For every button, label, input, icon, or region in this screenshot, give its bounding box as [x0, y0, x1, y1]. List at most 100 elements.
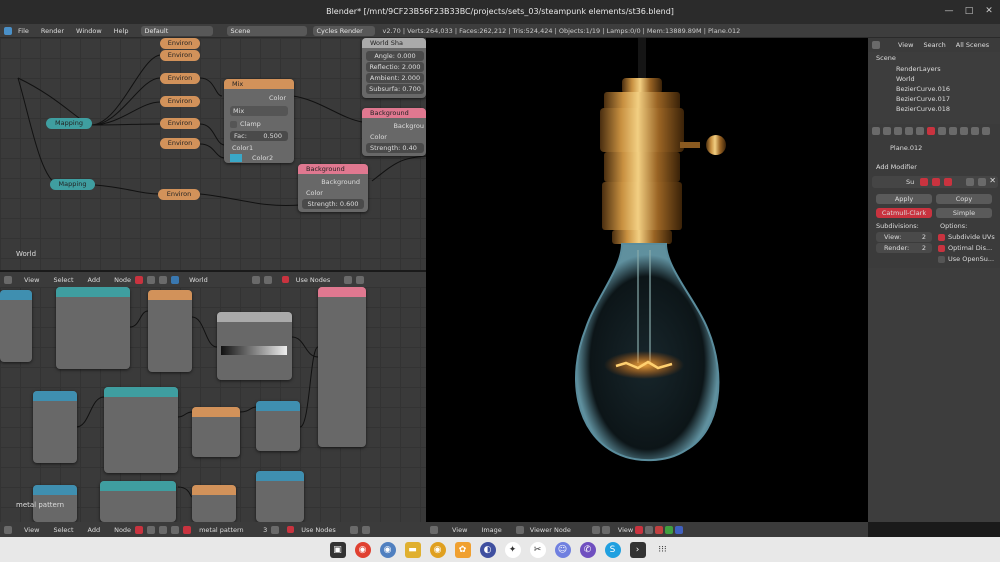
- environment-node-3[interactable]: Environ: [160, 73, 200, 84]
- menu-add[interactable]: Add: [88, 276, 101, 284]
- environment-node-7[interactable]: Environ: [158, 189, 200, 200]
- colorramp-gradient[interactable]: [221, 346, 287, 355]
- render-viewport[interactable]: [426, 38, 868, 522]
- constraints-tab-icon[interactable]: [916, 127, 924, 135]
- discord-icon[interactable]: ☺: [554, 541, 571, 558]
- subdivide-uvs-checkbox[interactable]: [938, 233, 945, 241]
- pin-icon[interactable]: [349, 525, 358, 534]
- material-selector[interactable]: metal pattern: [199, 526, 253, 534]
- mapping-node-2[interactable]: Mapping: [50, 179, 95, 190]
- channel-alpha-icon[interactable]: [645, 525, 654, 534]
- catmull-clark-button[interactable]: Catmull-Clark: [876, 208, 932, 218]
- world-angle-field[interactable]: Angle: 0.000: [366, 51, 424, 61]
- menu-add[interactable]: Add: [88, 526, 101, 534]
- menu-select[interactable]: Select: [53, 526, 73, 534]
- material-icon[interactable]: [183, 525, 192, 534]
- mapping-node-1[interactable]: Mapping: [46, 118, 92, 129]
- material-node-2[interactable]: [56, 287, 130, 369]
- maximize-icon[interactable]: □: [964, 6, 974, 16]
- clamp-checkbox[interactable]: [230, 120, 237, 128]
- modifier-view-icon[interactable]: [932, 178, 940, 186]
- fac-field[interactable]: Fac: 0.500: [230, 131, 288, 141]
- colorramp-node[interactable]: [217, 312, 292, 380]
- material-tab-icon[interactable]: [949, 127, 957, 135]
- background-2-strength[interactable]: Strength: 0.600: [302, 199, 364, 209]
- blender-icon[interactable]: ◐: [479, 541, 496, 558]
- render-tab-icon[interactable]: [872, 127, 880, 135]
- scissors-icon[interactable]: ✂: [529, 541, 546, 558]
- material-node-1[interactable]: [0, 290, 32, 362]
- editor-type-icon[interactable]: [4, 275, 12, 284]
- channel-rgb-icon[interactable]: [635, 525, 644, 534]
- editor-type-icon[interactable]: [4, 26, 12, 35]
- world-icon[interactable]: [171, 275, 180, 284]
- shader-icon[interactable]: [135, 525, 144, 534]
- material-node-9[interactable]: [100, 481, 176, 522]
- world-output-node[interactable]: World Sha Angle: 0.000 Reflectio: 2.000 …: [362, 38, 426, 98]
- mix-node[interactable]: Mix Color Mix Clamp Fac: 0.500 Color1 Col…: [224, 79, 294, 163]
- menu-view[interactable]: View: [898, 41, 913, 49]
- view-levels-field[interactable]: View: 2: [876, 232, 932, 242]
- channel-green-icon[interactable]: [665, 525, 674, 534]
- menu-file[interactable]: File: [12, 27, 35, 35]
- physics-tab-icon[interactable]: [982, 127, 990, 135]
- use-opensubdiv-checkbox[interactable]: [938, 255, 945, 263]
- texture-icon[interactable]: [147, 525, 156, 534]
- menu-view[interactable]: View: [24, 276, 39, 284]
- outliner-item-beziercurve-018[interactable]: BezierCurve.018: [896, 104, 950, 114]
- particles-tab-icon[interactable]: [971, 127, 979, 135]
- channel-blue-icon[interactable]: [675, 525, 684, 534]
- use-nodes-checkbox[interactable]: [281, 276, 289, 283]
- mix-mode-select[interactable]: Mix: [230, 106, 288, 116]
- menu-search[interactable]: Search: [923, 41, 945, 49]
- fake-user-icon[interactable]: [251, 275, 260, 284]
- chrome-icon[interactable]: ◉: [354, 541, 371, 558]
- unlink-icon[interactable]: [263, 275, 272, 284]
- terminal-icon[interactable]: ▣: [329, 541, 346, 558]
- menu-node[interactable]: Node: [114, 526, 131, 534]
- add-modifier-dropdown[interactable]: Add Modifier: [876, 162, 917, 172]
- channel-red-icon[interactable]: [655, 525, 664, 534]
- material-node-3[interactable]: [148, 290, 192, 372]
- modifier-edit-icon[interactable]: [944, 178, 952, 186]
- material-node-5[interactable]: [104, 387, 178, 473]
- world-subsurface-field[interactable]: Subsurfa: 0.700: [366, 84, 424, 94]
- display-mode-selector[interactable]: All Scenes: [956, 41, 989, 49]
- material-node-11[interactable]: [256, 471, 304, 522]
- modifier-name-field[interactable]: Su: [906, 177, 914, 187]
- menu-render[interactable]: Render: [35, 27, 70, 35]
- scene-tab-icon[interactable]: [883, 127, 891, 135]
- material-node-editor[interactable]: metal pattern: [0, 287, 426, 522]
- world-reflection-field[interactable]: Reflectio: 2.000: [366, 62, 424, 72]
- fake-user-icon[interactable]: [271, 525, 280, 534]
- display-mode-icon[interactable]: [601, 525, 610, 534]
- outliner-item-renderlayers[interactable]: RenderLayers: [896, 64, 941, 74]
- background-node-2[interactable]: Background Background Color Strength: 0.…: [298, 164, 368, 212]
- outliner-item-world[interactable]: World: [896, 74, 915, 84]
- world-tab-icon[interactable]: [894, 127, 902, 135]
- optimal-display-checkbox[interactable]: [938, 244, 945, 252]
- menu-help[interactable]: Help: [108, 27, 135, 35]
- background-1-strength[interactable]: Strength: 0.40: [366, 143, 424, 153]
- material-node-10[interactable]: [192, 485, 236, 522]
- close-icon[interactable]: ✕: [984, 6, 994, 16]
- chrome-canary-icon[interactable]: ◉: [429, 541, 446, 558]
- object-tab-icon[interactable]: [905, 127, 913, 135]
- shell-icon[interactable]: ›: [629, 541, 646, 558]
- viewer-node-selector[interactable]: Viewer Node: [530, 526, 590, 534]
- outliner-type-icon[interactable]: [872, 41, 880, 49]
- outliner[interactable]: Scene RenderLayers World BezierCurve.016…: [868, 52, 1000, 130]
- texture-tab-icon[interactable]: [960, 127, 968, 135]
- outliner-item-beziercurve-016[interactable]: BezierCurve.016: [896, 84, 950, 94]
- compositor-icon[interactable]: [159, 525, 168, 534]
- skype-icon[interactable]: S: [604, 541, 621, 558]
- editor-type-icon[interactable]: [4, 525, 12, 534]
- copy-button[interactable]: Copy: [936, 194, 992, 204]
- compositor-icon[interactable]: [159, 275, 168, 284]
- environment-node-2[interactable]: Environ: [160, 50, 200, 61]
- view-mode-selector[interactable]: View: [618, 526, 633, 534]
- environment-node-4[interactable]: Environ: [160, 96, 200, 107]
- menu-view[interactable]: View: [452, 526, 467, 534]
- menu-select[interactable]: Select: [53, 276, 73, 284]
- background-node-1[interactable]: Background Backgrou Color Strength: 0.40: [362, 108, 426, 156]
